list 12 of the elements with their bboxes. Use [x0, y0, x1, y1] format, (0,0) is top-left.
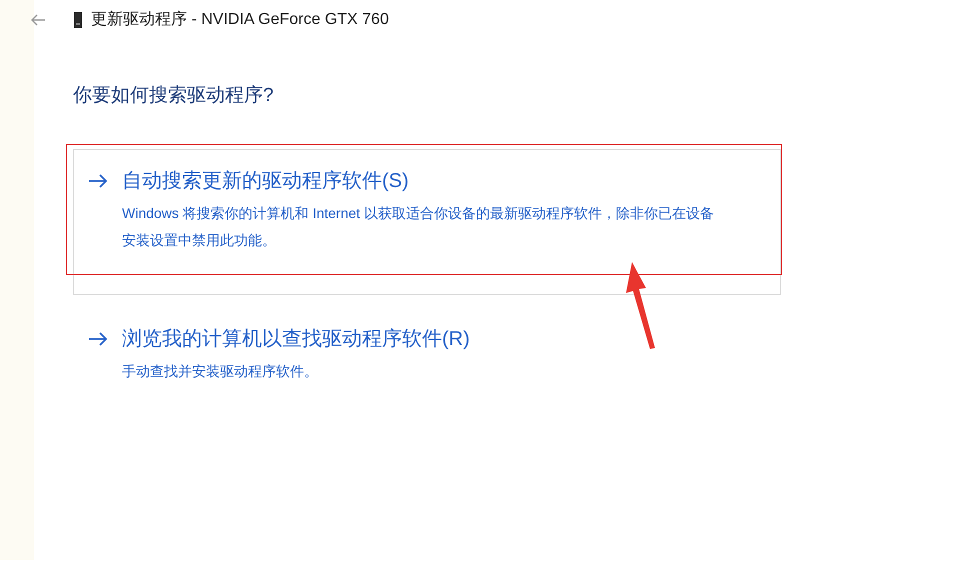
right-arrow-icon	[88, 332, 108, 346]
window-title: 更新驱动程序 - NVIDIA GeForce GTX 760	[91, 10, 389, 30]
right-arrow-icon	[88, 174, 108, 188]
option-title: 自动搜索更新的驱动程序软件(S)	[122, 168, 409, 194]
graphics-card-icon	[74, 12, 82, 28]
option-title: 浏览我的计算机以查找驱动程序软件(R)	[122, 326, 470, 352]
option-link[interactable]: 浏览我的计算机以查找驱动程序软件(R) 手动查找并安装驱动程序软件。	[73, 294, 781, 396]
option-link[interactable]: 自动搜索更新的驱动程序软件(S) Windows 将搜索你的计算机和 Internet 以获取适合你设备的最新驱动程序软件，除非你已在设备安装设置中禁用此功能。	[73, 148, 781, 294]
back-arrow-icon	[30, 14, 46, 26]
option-description: 手动查找并安装驱动程序软件。	[122, 362, 319, 380]
page-heading: 你要如何搜索驱动程序?	[73, 84, 275, 108]
option-description: Windows 将搜索你的计算机和 Internet 以获取适合你设备的最新驱动程序软件，除非你已在设备安装设置中禁用此功能。	[122, 204, 715, 250]
